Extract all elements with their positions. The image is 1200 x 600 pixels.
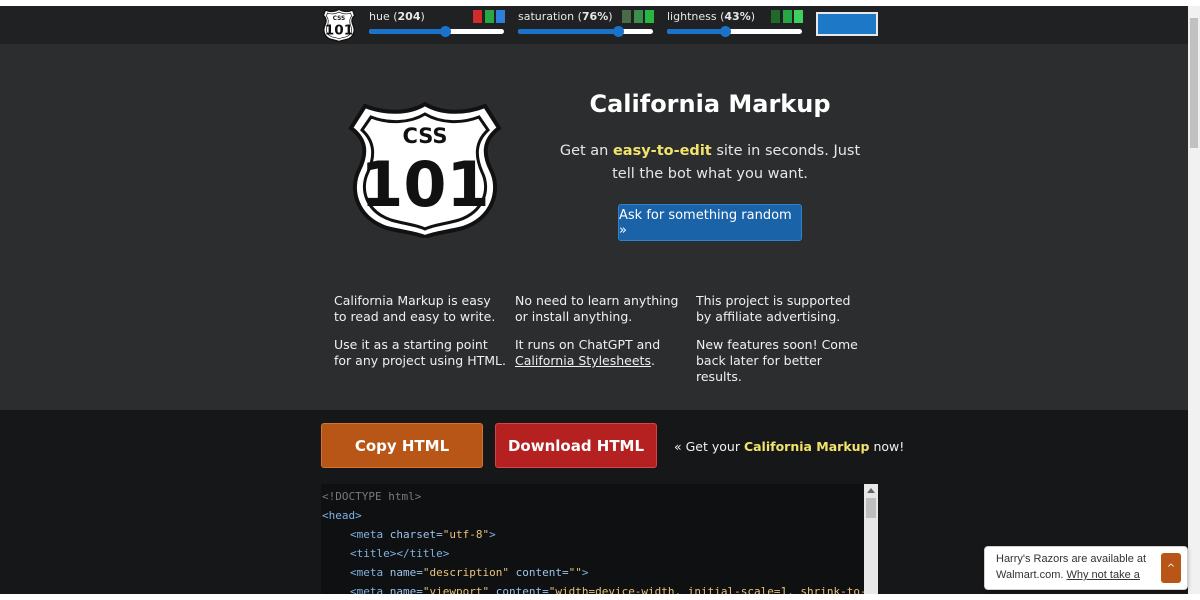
logo-small-bottom: 101 — [325, 23, 353, 39]
code-line: <title></title> — [350, 547, 450, 560]
saturation-control: saturation (76%) — [518, 8, 654, 38]
feature-text: This project is supported by affiliate a… — [696, 293, 851, 324]
feature-text: California Markup is easy to read and ea… — [334, 293, 496, 324]
saturation-slider-fill — [518, 29, 618, 34]
feature-text: It runs on ChatGPT and California Styles… — [515, 337, 661, 368]
page-title: California Markup — [589, 90, 831, 118]
hue-slider-handle[interactable] — [439, 26, 451, 37]
css101-logo: CSS 101 — [348, 102, 502, 238]
code-scrollbar-thumb[interactable] — [866, 498, 876, 518]
california-stylesheets-link[interactable]: California Stylesheets — [515, 353, 651, 368]
hue-green-swatch[interactable] — [485, 10, 494, 23]
page-scrollbar-thumb[interactable] — [1190, 18, 1198, 148]
lightness-high-swatch[interactable] — [794, 10, 803, 23]
hue-red-swatch[interactable] — [473, 10, 482, 23]
feature-column-2: No need to learn anything or install any… — [515, 293, 687, 381]
code-scrollbar[interactable] — [864, 484, 878, 594]
saturation-low-swatch[interactable] — [622, 10, 631, 23]
saturation-label: saturation (76%) — [518, 10, 613, 23]
feature-column-3: This project is supported by affiliate a… — [696, 293, 868, 397]
feature-text: Use it as a starting point for any proje… — [334, 337, 506, 368]
lightness-slider-handle[interactable] — [720, 26, 732, 37]
ad-popup[interactable]: Harry's Razors are available at Walmart.… — [984, 546, 1188, 590]
hue-slider[interactable] — [369, 26, 504, 37]
ad-expand-button[interactable]: ^ — [1161, 553, 1181, 583]
hero-highlight: easy-to-edit — [612, 143, 712, 159]
logo-bottom-text: 101 — [360, 148, 489, 221]
color-control-bar: CSS 101 hue (204) saturation (76%) light… — [0, 6, 1200, 44]
hue-label: hue (204) — [369, 10, 425, 23]
code-line: <head> — [322, 509, 362, 522]
color-preview-swatch — [816, 12, 878, 36]
code-viewer[interactable]: <meta name="viewport" content="width=dev… — [321, 484, 878, 594]
css101-logo-small[interactable]: CSS 101 — [321, 8, 357, 42]
ad-link[interactable]: Why not take a — [1067, 569, 1140, 581]
feature-text: No need to learn anything or install any… — [515, 293, 679, 324]
lightness-slider-fill — [667, 29, 726, 34]
page-scrollbar[interactable] — [1188, 6, 1200, 594]
hue-slider-fill — [369, 29, 445, 34]
feature-text: New features soon! Come back later for b… — [696, 337, 858, 384]
feature-column-1: California Markup is easy to read and ea… — [334, 293, 506, 381]
saturation-slider-handle[interactable] — [612, 26, 624, 37]
code-line: <!DOCTYPE html> — [322, 490, 422, 503]
saturation-mid-swatch[interactable] — [634, 10, 643, 23]
copy-html-button[interactable]: Copy HTML — [321, 423, 483, 468]
logo-top-text: CSS — [402, 124, 447, 148]
lightness-control: lightness (43%) — [667, 8, 803, 38]
hero-description: Get an easy-to-edit site in seconds. Jus… — [559, 143, 861, 182]
page: CSS 101 hue (204) saturation (76%) light… — [0, 6, 1200, 594]
hue-control: hue (204) — [369, 8, 505, 38]
ask-random-button[interactable]: Ask for something random » — [618, 204, 802, 241]
code-line: <meta name="description" content=""> — [350, 566, 589, 579]
lightness-mid-swatch[interactable] — [783, 10, 792, 23]
saturation-slider[interactable] — [518, 26, 653, 37]
ad-text: Harry's Razors are available at Walmart.… — [996, 553, 1147, 581]
lightness-label: lightness (43%) — [667, 10, 756, 23]
code-line: <meta name="viewport" content="width=dev… — [350, 585, 878, 594]
lightness-low-swatch[interactable] — [771, 10, 780, 23]
hue-blue-swatch[interactable] — [496, 10, 505, 23]
saturation-high-swatch[interactable] — [645, 10, 654, 23]
code-line: <meta charset="utf-8"> — [350, 528, 496, 541]
scroll-up-arrow-icon[interactable] — [867, 488, 875, 493]
lightness-slider[interactable] — [667, 26, 802, 37]
logo-small-top: CSS — [333, 16, 345, 22]
get-markup-text: « Get your California Markup now! — [674, 439, 905, 454]
download-html-button[interactable]: Download HTML — [495, 423, 657, 468]
